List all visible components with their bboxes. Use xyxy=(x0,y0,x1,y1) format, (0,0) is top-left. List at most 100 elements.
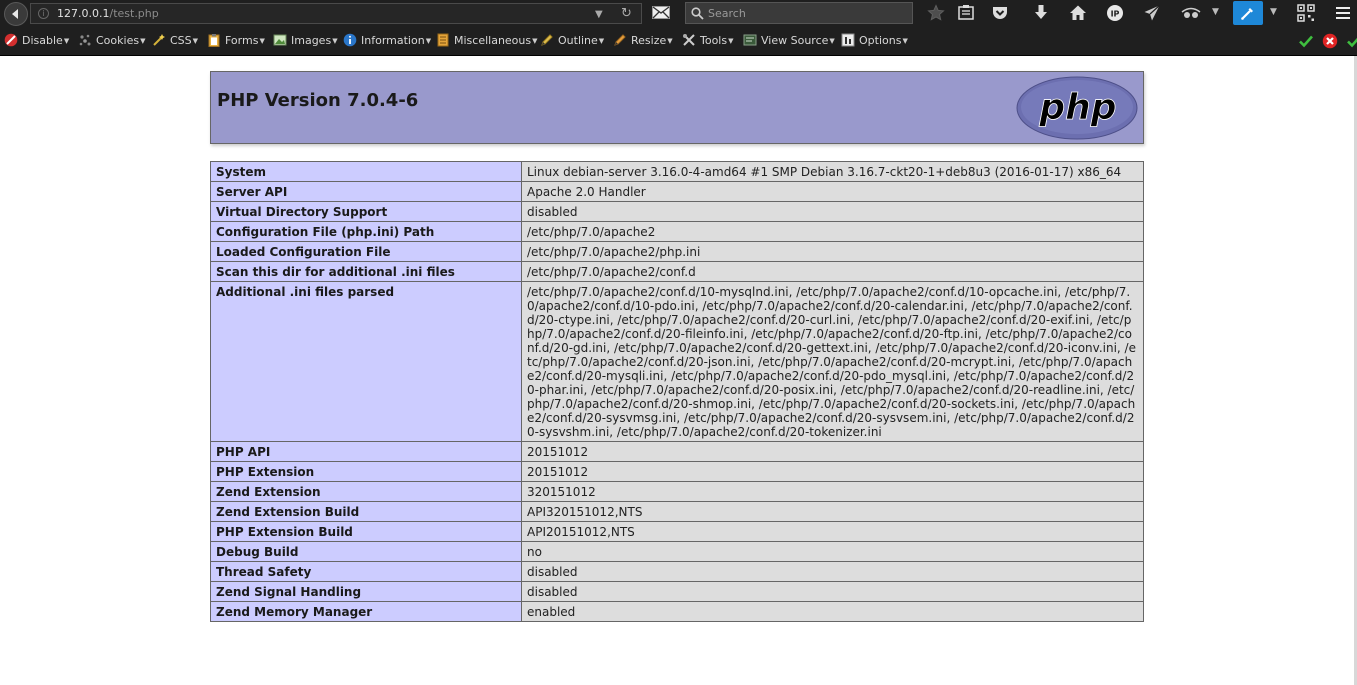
table-row-value: /etc/php/7.0/apache2/php.ini xyxy=(521,241,1144,262)
eyedropper-button[interactable] xyxy=(1233,1,1263,25)
dropdown-arrow-icon: ▼ xyxy=(532,37,538,45)
dropdown-arrow-icon: ▼ xyxy=(259,37,265,45)
table-row-key: Debug Build xyxy=(210,541,522,562)
spy-glasses-icon[interactable] xyxy=(1181,4,1201,24)
devbar-images-label: Images xyxy=(291,34,332,47)
devbar-outline-label: Outline xyxy=(558,34,598,47)
search-input[interactable] xyxy=(708,5,908,21)
table-row-key: Zend Signal Handling xyxy=(210,581,522,602)
dropdown-arrow-icon[interactable]: ▼ xyxy=(1270,7,1277,17)
devbar-view-source-menu[interactable]: View Source▼ xyxy=(743,33,835,49)
table-row-key: PHP Extension Build xyxy=(210,521,522,542)
devbar-resize-menu[interactable]: Resize▼ xyxy=(613,33,673,49)
check-icon[interactable] xyxy=(1298,33,1314,49)
devbar-css-menu[interactable]: CSS▼ xyxy=(152,33,198,49)
table-row: Zend Memory Manager enabled xyxy=(210,601,1144,622)
dropdown-arrow-icon: ▼ xyxy=(192,37,199,45)
outline-pencil-icon xyxy=(541,34,553,46)
table-row-key: Zend Extension xyxy=(210,481,522,502)
url-bar[interactable]: i 127.0.0.1/test.php ▼ ↻ xyxy=(30,3,642,24)
table-row-value: API320151012,NTS xyxy=(521,501,1144,522)
page-title: PHP Version 7.0.4-6 xyxy=(217,90,419,111)
url-path: /test.php xyxy=(109,7,159,20)
send-icon[interactable] xyxy=(1143,4,1163,24)
back-button[interactable] xyxy=(4,2,28,26)
table-row: Server API Apache 2.0 Handler xyxy=(210,181,1144,202)
home-icon[interactable] xyxy=(1069,4,1089,24)
table-row-value: 20151012 xyxy=(521,441,1144,462)
error-icon[interactable] xyxy=(1322,33,1338,49)
options-icon xyxy=(841,33,855,47)
table-row: Scan this dir for additional .ini files /… xyxy=(210,261,1144,282)
devbar-css-label: CSS xyxy=(170,34,192,47)
devbar-forms-label: Forms xyxy=(225,34,259,47)
php-version-header: PHP Version 7.0.4-6 php xyxy=(210,71,1144,144)
back-arrow-icon xyxy=(12,9,18,19)
devbar-view-source-label: View Source xyxy=(761,34,829,47)
table-row: System Linux debian-server 3.16.0-4-amd64… xyxy=(210,161,1144,182)
ip-icon[interactable]: IP xyxy=(1106,4,1126,24)
dropdown-arrow-icon: ▼ xyxy=(425,37,432,45)
table-row: PHP Extension Build API20151012,NTS xyxy=(210,521,1144,542)
table-row-key: System xyxy=(210,161,522,182)
php-logo[interactable]: php xyxy=(1016,76,1138,140)
table-row-value: disabled xyxy=(521,561,1144,582)
table-row-key: Loaded Configuration File xyxy=(210,241,522,262)
table-row-key: Zend Extension Build xyxy=(210,501,522,522)
table-row: Additional .ini files parsed/etc/php/7.0… xyxy=(210,281,1144,442)
devbar-disable-label: Disable xyxy=(22,34,63,47)
url-text[interactable]: 127.0.0.1/test.php xyxy=(57,7,159,20)
table-row-value: Linux debian-server 3.16.0-4-amd64 #1 SM… xyxy=(521,161,1144,182)
dropdown-arrow-icon: ▼ xyxy=(728,37,734,45)
search-bar[interactable] xyxy=(685,2,913,24)
devbar-cookies-menu[interactable]: Cookies▼ xyxy=(78,33,145,49)
devbar-forms-menu[interactable]: Forms▼ xyxy=(207,33,265,49)
table-row-value: Apache 2.0 Handler xyxy=(521,181,1144,202)
devbar-tools-menu[interactable]: Tools▼ xyxy=(682,33,734,49)
svg-text:IP: IP xyxy=(1111,10,1120,19)
devbar-information-menu[interactable]: Information▼ xyxy=(343,33,431,49)
table-row: PHP API 20151012 xyxy=(210,441,1144,462)
devbar-outline-menu[interactable]: Outline▼ xyxy=(540,33,604,49)
table-row-value: disabled xyxy=(521,201,1144,222)
pocket-icon[interactable] xyxy=(991,4,1011,24)
devbar-options-label: Options xyxy=(859,34,902,47)
table-row-key: Configuration File (php.ini) Path xyxy=(210,221,522,242)
disable-icon xyxy=(4,33,18,47)
table-row-value: disabled xyxy=(521,581,1144,602)
images-icon xyxy=(273,34,287,46)
devbar-disable-menu[interactable]: Disable▼ xyxy=(4,33,69,49)
qr-code-icon[interactable] xyxy=(1297,4,1317,24)
search-icon xyxy=(691,7,704,20)
table-row: Loaded Configuration File/etc/php/7.0/ap… xyxy=(210,241,1144,262)
table-row: Zend Extension 320151012 xyxy=(210,481,1144,502)
reload-icon[interactable]: ↻ xyxy=(621,6,632,21)
table-row-key: Thread Safety xyxy=(210,561,522,582)
devbar-options-menu[interactable]: Options▼ xyxy=(841,33,908,49)
bookmark-star-icon[interactable] xyxy=(927,4,947,24)
table-row-key: PHP Extension xyxy=(210,461,522,482)
navigation-toolbar: i 127.0.0.1/test.php ▼ ↻ IP ▼ ▼ xyxy=(0,0,1357,28)
url-host: 127.0.0.1 xyxy=(57,7,110,20)
devbar-tools-label: Tools xyxy=(700,34,728,47)
site-info-icon[interactable]: i xyxy=(38,8,49,19)
hamburger-menu-icon[interactable] xyxy=(1334,4,1354,24)
devbar-cookies-label: Cookies xyxy=(96,34,140,47)
table-row: PHP Extension 20151012 xyxy=(210,461,1144,482)
dropdown-arrow-icon: ▼ xyxy=(902,37,908,45)
check-icon[interactable] xyxy=(1346,33,1357,49)
devbar-miscellaneous-menu[interactable]: Miscellaneous▼ xyxy=(436,33,538,49)
dropdown-arrow-icon[interactable]: ▼ xyxy=(595,9,603,20)
forms-clipboard-icon xyxy=(208,34,220,47)
envelope-icon[interactable] xyxy=(652,6,670,19)
devbar-images-menu[interactable]: Images▼ xyxy=(273,33,338,49)
devbar-information-label: Information xyxy=(361,34,425,47)
table-row-value: no xyxy=(521,541,1144,562)
download-icon[interactable] xyxy=(1032,4,1052,24)
table-row: Debug Build no xyxy=(210,541,1144,562)
dropdown-arrow-icon[interactable]: ▼ xyxy=(1212,7,1219,17)
table-row-key: Scan this dir for additional .ini files xyxy=(210,261,522,282)
php-logo-text: php xyxy=(1038,87,1116,128)
reading-list-icon[interactable] xyxy=(957,4,977,24)
tools-icon xyxy=(683,34,695,46)
